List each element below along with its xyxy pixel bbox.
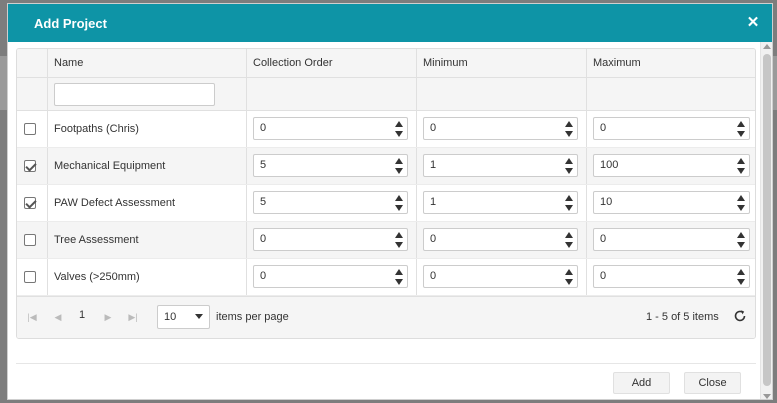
project-name: PAW Defect Assessment [48,185,247,221]
project-name: Tree Assessment [48,222,247,258]
collection-order-input[interactable]: 0 [253,228,408,251]
dialog-title: Add Project [34,15,107,31]
table-row: Footpaths (Chris) 0 0 0 [17,111,755,148]
table-row: Valves (>250mm) 0 0 0 [17,259,755,296]
minimum-input[interactable]: 0 [423,117,578,140]
project-name: Mechanical Equipment [48,148,247,184]
scroll-thumb[interactable] [763,54,771,386]
maximum-input[interactable]: 100 [593,154,750,177]
minimum-value: 0 [430,233,437,245]
scroll-down-icon[interactable] [763,394,771,399]
stepper-icon[interactable] [737,269,745,285]
header-name[interactable]: Name [48,49,247,77]
dialog-titlebar: Add Project [8,4,772,42]
minimum-value: 0 [430,122,437,134]
refresh-icon[interactable] [733,309,747,323]
current-page[interactable]: 1 [79,309,85,321]
grid-header: Name Collection Order Minimum Maximum [17,49,755,78]
name-filter-input[interactable] [54,83,215,106]
pager: |◀ ◀ 1 ▶ ▶| 10 items per page 1 - 5 of 5… [17,296,755,338]
collection-order-value: 5 [260,159,267,171]
chevron-down-icon [195,314,203,319]
collection-order-value: 0 [260,122,267,134]
row-checkbox[interactable] [24,234,36,246]
row-checkbox[interactable] [24,271,36,283]
last-page-icon[interactable]: ▶| [128,312,138,322]
stepper-icon[interactable] [395,158,403,174]
minimum-input[interactable]: 1 [423,191,578,214]
first-page-icon[interactable]: |◀ [27,312,37,322]
stepper-icon[interactable] [395,269,403,285]
dialog-scrollbar[interactable] [760,42,772,399]
footer-divider [16,363,756,364]
project-name: Valves (>250mm) [48,259,247,295]
stepper-icon[interactable] [395,195,403,211]
header-select [17,49,48,77]
minimum-input[interactable]: 0 [423,228,578,251]
minimum-value: 1 [430,196,437,208]
table-row: Tree Assessment 0 0 0 [17,222,755,259]
collection-order-value: 0 [260,270,267,282]
header-collection-order[interactable]: Collection Order [247,49,417,77]
maximum-value: 10 [600,196,613,208]
page-size-select[interactable]: 10 [157,305,210,329]
table-row: Mechanical Equipment 5 1 100 [17,148,755,185]
header-minimum[interactable]: Minimum [417,49,587,77]
prev-page-icon[interactable]: ◀ [53,312,63,322]
stepper-icon[interactable] [565,269,573,285]
stepper-icon[interactable] [565,232,573,248]
scroll-up-icon[interactable] [763,44,771,49]
project-name: Footpaths (Chris) [48,111,247,147]
maximum-input[interactable]: 0 [593,228,750,251]
pager-info: 1 - 5 of 5 items [646,311,719,323]
stepper-icon[interactable] [395,121,403,137]
minimum-input[interactable]: 0 [423,265,578,288]
maximum-value: 0 [600,233,607,245]
maximum-input[interactable]: 10 [593,191,750,214]
close-button[interactable]: Close [684,372,741,394]
stepper-icon[interactable] [737,121,745,137]
project-grid: Name Collection Order Minimum Maximum Fo… [16,48,756,339]
maximum-value: 100 [600,159,619,171]
minimum-input[interactable]: 1 [423,154,578,177]
stepper-icon[interactable] [395,232,403,248]
stepper-icon[interactable] [565,195,573,211]
items-per-page-label: items per page [216,311,289,323]
next-page-icon[interactable]: ▶ [103,312,113,322]
collection-order-input[interactable]: 5 [253,191,408,214]
collection-order-input[interactable]: 0 [253,117,408,140]
maximum-value: 0 [600,122,607,134]
filter-row [17,78,755,111]
collection-order-value: 5 [260,196,267,208]
stepper-icon[interactable] [737,195,745,211]
maximum-input[interactable]: 0 [593,265,750,288]
page-size-value: 10 [164,311,177,323]
collection-order-value: 0 [260,233,267,245]
row-checkbox[interactable] [24,123,36,135]
row-checkbox[interactable] [24,160,36,172]
stepper-icon[interactable] [565,158,573,174]
collection-order-input[interactable]: 5 [253,154,408,177]
maximum-input[interactable]: 0 [593,117,750,140]
header-maximum[interactable]: Maximum [587,49,755,77]
collection-order-input[interactable]: 0 [253,265,408,288]
minimum-value: 0 [430,270,437,282]
stepper-icon[interactable] [737,158,745,174]
add-project-dialog: Add Project ✕ Name Collection Order Mini… [7,3,773,400]
stepper-icon[interactable] [737,232,745,248]
close-icon[interactable]: ✕ [744,14,762,32]
minimum-value: 1 [430,159,437,171]
stepper-icon[interactable] [565,121,573,137]
row-checkbox[interactable] [24,197,36,209]
maximum-value: 0 [600,270,607,282]
table-row: PAW Defect Assessment 5 1 10 [17,185,755,222]
add-button[interactable]: Add [613,372,670,394]
